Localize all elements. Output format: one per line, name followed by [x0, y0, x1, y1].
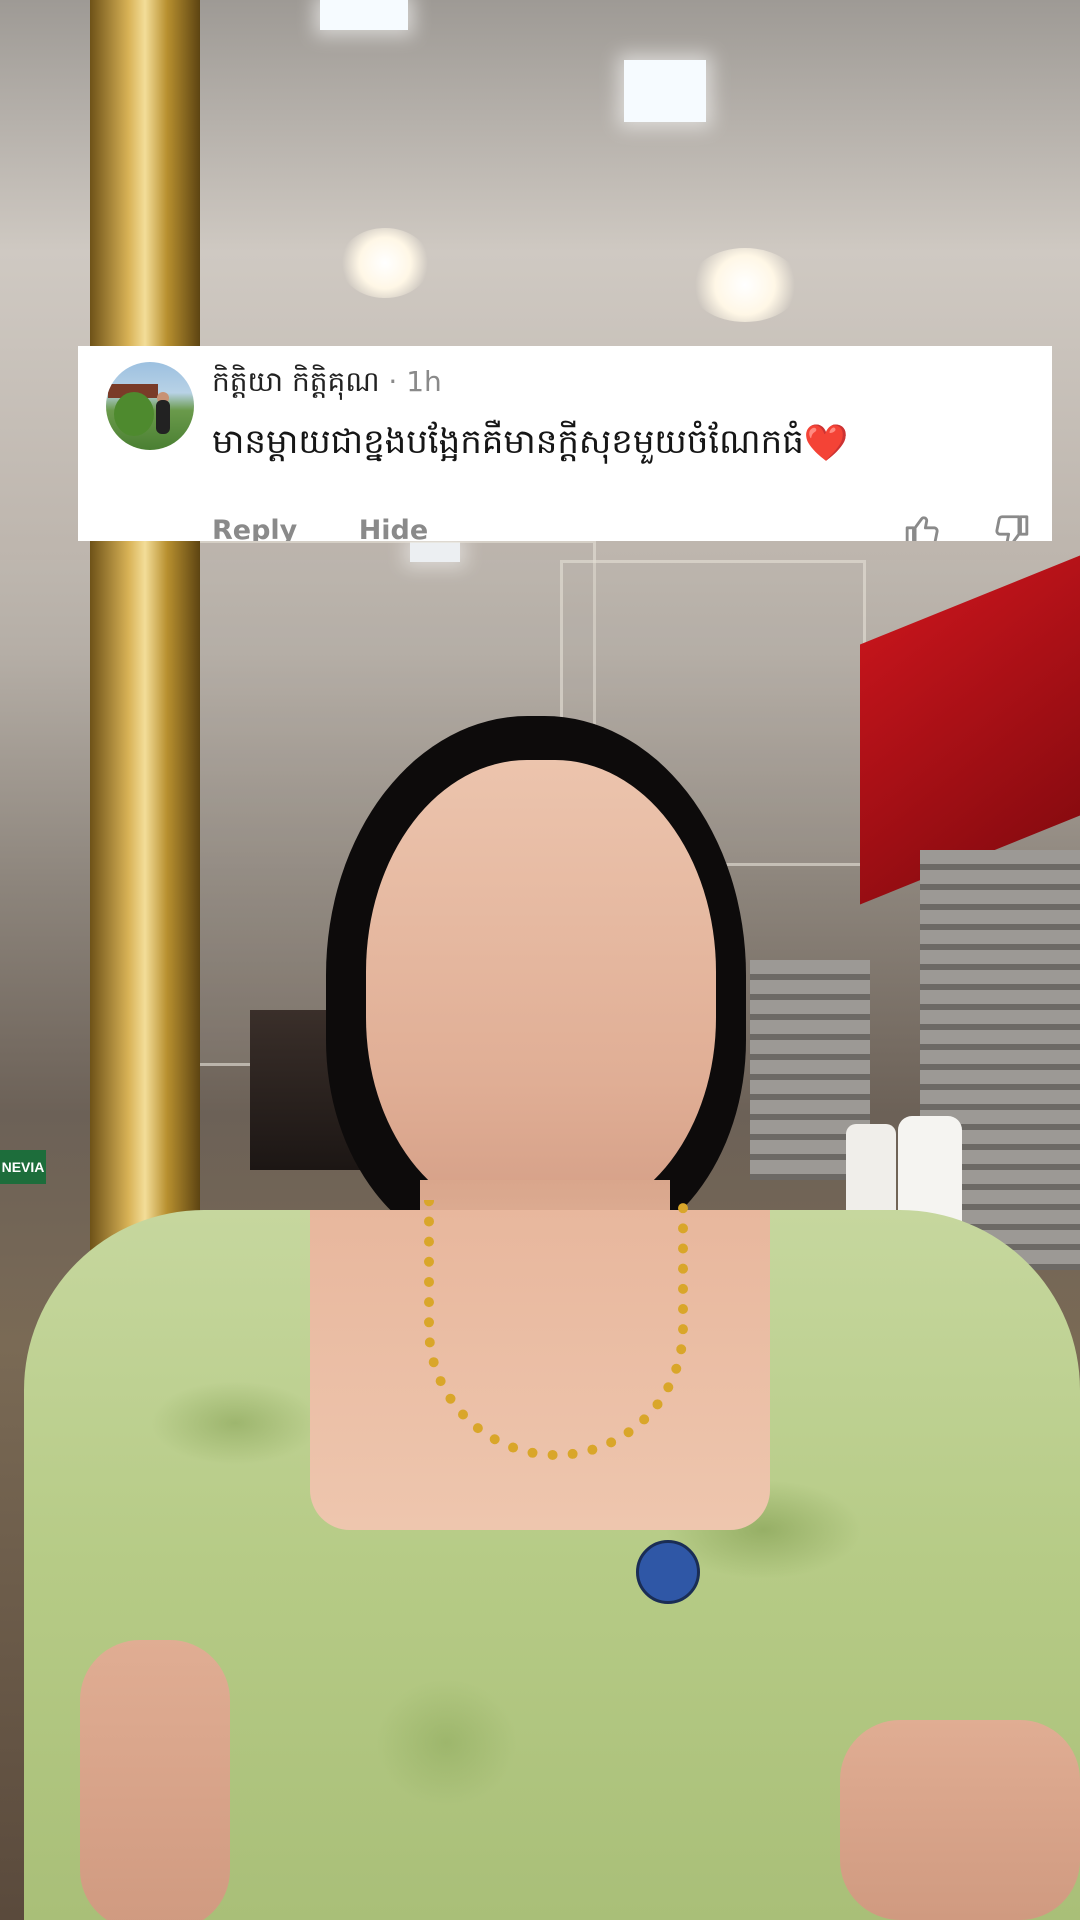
face — [366, 760, 716, 1220]
badge-pin — [636, 1540, 700, 1604]
reply-button[interactable]: Reply — [212, 515, 297, 541]
comment-header: កិត្តិយា កិត្តិគុណ · 1h — [212, 364, 442, 400]
separator-dot: · — [388, 365, 398, 398]
thumbs-up-icon[interactable] — [904, 512, 942, 541]
hide-button[interactable]: Hide — [359, 515, 429, 541]
avatar[interactable] — [106, 362, 194, 450]
arm — [840, 1720, 1080, 1920]
username[interactable]: កិត្តិយា កិត្តិគុណ — [212, 365, 380, 398]
store-sign: NEVIA — [0, 1150, 46, 1184]
gold-necklace — [424, 1200, 688, 1460]
comment-text: មានម្តាយជាខ្នងបង្អែកគឺមានក្តីសុខមួយចំណែក… — [212, 422, 804, 462]
ceiling-light — [624, 60, 706, 122]
comment-timestamp: 1h — [406, 365, 442, 398]
ceiling-light — [320, 0, 408, 30]
ceiling-light — [690, 248, 800, 322]
video-frame[interactable]: NEVIA កិត្តិយា កិត្តិគុណ · 1h មានម្តាយជា… — [0, 0, 1080, 1920]
comment-card: កិត្តិយា កិត្តិគុណ · 1h មានម្តាយជាខ្នងបង… — [78, 346, 1052, 541]
heart-emoji: ❤️ — [803, 422, 849, 464]
comment-actions: Reply Hide — [212, 514, 480, 541]
bottle — [846, 1124, 896, 1224]
ceiling-light — [340, 228, 430, 298]
thumbs-down-icon[interactable] — [992, 512, 1030, 541]
arm — [80, 1640, 230, 1920]
comment-body: មានម្តាយជាខ្នងបង្អែកគឺមានក្តីសុខមួយចំណែក… — [212, 418, 849, 468]
